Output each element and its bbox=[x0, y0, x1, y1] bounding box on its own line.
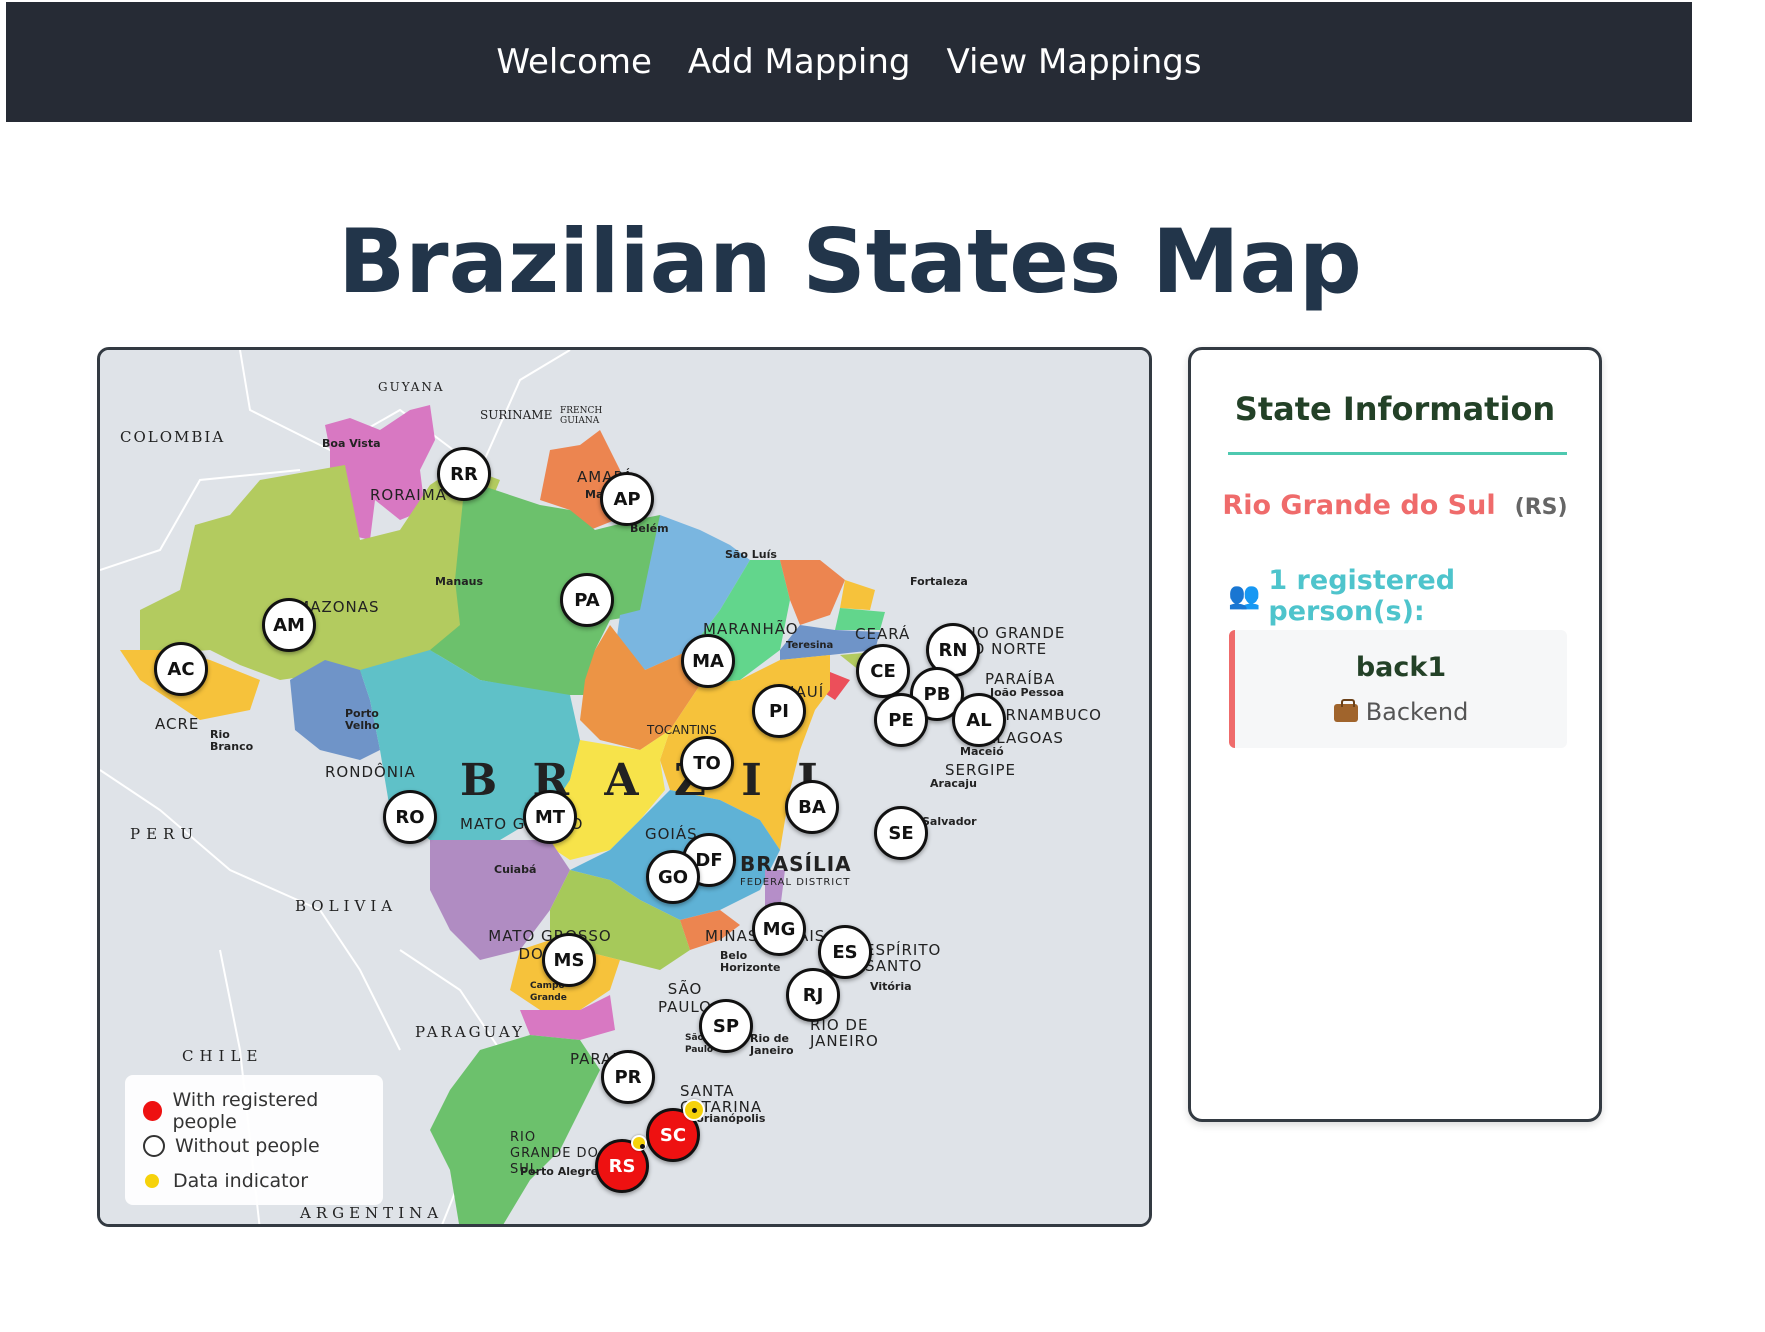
city-label-maceio: Maceió bbox=[960, 745, 1004, 758]
selected-state: Rio Grande do Sul (RS) bbox=[1191, 490, 1599, 521]
page-title: Brazilian States Map bbox=[338, 210, 1362, 313]
city-label-porto-velho: Porto Velho bbox=[345, 707, 380, 732]
briefcase-icon bbox=[1333, 699, 1358, 722]
city-label-cuiaba: Cuiabá bbox=[494, 863, 537, 876]
legend-data-indicator-label: Data indicator bbox=[173, 1169, 309, 1192]
state-marker-go[interactable]: GO bbox=[646, 850, 700, 904]
city-label-salvador: Salvador bbox=[922, 815, 977, 828]
country-label-chile: CHILE bbox=[182, 1047, 264, 1065]
region-label-rondonia: RONDÔNIA bbox=[325, 763, 416, 781]
data-indicator-rs bbox=[631, 1135, 647, 1151]
city-label-aracaju: Aracaju bbox=[930, 777, 977, 790]
city-label-manaus: Manaus bbox=[435, 575, 484, 588]
selected-state-name: Rio Grande do Sul bbox=[1222, 490, 1496, 521]
state-marker-rr[interactable]: RR bbox=[437, 447, 491, 501]
state-marker-rj[interactable]: RJ bbox=[786, 968, 840, 1022]
country-label-french-guiana: FRENCH GUIANA bbox=[560, 406, 603, 426]
city-label-vitoria: Vitória bbox=[870, 980, 912, 993]
state-marker-al[interactable]: AL bbox=[952, 693, 1006, 747]
nav-welcome[interactable]: Welcome bbox=[496, 42, 652, 82]
state-marker-pi[interactable]: PI bbox=[752, 684, 806, 738]
legend-row-with-people: With registered people bbox=[143, 1089, 383, 1133]
state-marker-pa[interactable]: PA bbox=[560, 573, 614, 627]
nav-view-mappings[interactable]: View Mappings bbox=[946, 42, 1201, 82]
legend-white-dot bbox=[143, 1134, 165, 1157]
legend-row-data-indicator: Data indicator bbox=[143, 1163, 383, 1198]
state-marker-am[interactable]: AM bbox=[262, 598, 316, 652]
state-marker-ce[interactable]: CE bbox=[856, 644, 910, 698]
legend-row-without-people: Without people bbox=[143, 1128, 383, 1163]
city-label-rio-branco: Rio Branco bbox=[210, 728, 254, 753]
state-info-panel: State Information Rio Grande do Sul (RS)… bbox=[1188, 347, 1602, 1122]
legend-red-dot bbox=[143, 1100, 163, 1121]
people-icon: 👥 bbox=[1228, 581, 1261, 611]
region-label-ceara: CEARÁ bbox=[855, 625, 911, 643]
city-label-boa-vista: Boa Vista bbox=[322, 437, 381, 450]
city-label-rio-de-janeiro: Rio de Janeiro bbox=[750, 1032, 794, 1057]
state-marker-ac[interactable]: AC bbox=[154, 642, 208, 696]
country-label-suriname: SURINAME bbox=[480, 408, 553, 422]
country-label-brazil: B R A Z I L bbox=[460, 755, 839, 806]
person-role: Backend bbox=[1365, 698, 1469, 726]
country-label-argentina: ARGENTINA bbox=[300, 1204, 444, 1222]
region-label-espirito-santo: ESPÍRITO SANTO bbox=[865, 941, 942, 975]
top-navbar: Welcome Add Mapping View Mappings bbox=[6, 2, 1692, 122]
state-info-title: State Information bbox=[1234, 390, 1556, 428]
state-marker-ms[interactable]: MS bbox=[542, 933, 596, 987]
state-marker-pr[interactable]: PR bbox=[601, 1050, 655, 1104]
state-marker-mg[interactable]: MG bbox=[752, 902, 806, 956]
person-card[interactable]: back1 Backend bbox=[1229, 630, 1567, 748]
state-marker-mt[interactable]: MT bbox=[523, 790, 577, 844]
registered-people-text: 1 registered person(s): bbox=[1268, 565, 1456, 627]
region-label-acre: ACRE bbox=[155, 715, 200, 733]
legend-without-people-label: Without people bbox=[175, 1134, 320, 1157]
nav-add-mapping[interactable]: Add Mapping bbox=[688, 42, 911, 82]
city-label-joao-pessoa: João Pessoa bbox=[990, 686, 1065, 699]
data-indicator-sc bbox=[683, 1099, 705, 1121]
state-marker-ro[interactable]: RO bbox=[383, 790, 437, 844]
state-marker-ba[interactable]: BA bbox=[785, 780, 839, 834]
state-marker-to[interactable]: TO bbox=[680, 736, 734, 790]
country-label-guyana: GUYANA bbox=[378, 380, 445, 394]
region-label-roraima: RORAIMA bbox=[370, 486, 447, 504]
state-marker-sp[interactable]: SP bbox=[699, 999, 753, 1053]
region-label-federal-district: FEDERAL DISTRICT bbox=[740, 877, 851, 888]
state-marker-pe[interactable]: PE bbox=[874, 693, 928, 747]
person-name: back1 bbox=[1355, 652, 1447, 683]
country-label-colombia: COLOMBIA bbox=[120, 428, 226, 446]
map-legend: With registered people Without people Da… bbox=[125, 1075, 383, 1205]
city-label-sao-luis: São Luís bbox=[725, 548, 777, 561]
title-divider bbox=[1228, 452, 1567, 455]
region-label-tocantins: TOCANTINS bbox=[647, 723, 717, 737]
person-role-row: Backend bbox=[1235, 698, 1567, 726]
state-marker-ap[interactable]: AP bbox=[600, 472, 654, 526]
city-label-porto-alegre: Porto Alegre bbox=[520, 1165, 599, 1178]
legend-with-people-label: With registered people bbox=[172, 1088, 319, 1133]
legend-yellow-dot bbox=[145, 1173, 159, 1188]
region-label-rio-de-janeiro: RIO DE JANEIRO bbox=[810, 1016, 879, 1050]
state-marker-ma[interactable]: MA bbox=[681, 634, 735, 688]
registered-people-count: 👥 1 registered person(s): bbox=[1228, 565, 1599, 627]
country-label-paraguay: PARAGUAY bbox=[415, 1023, 525, 1041]
state-marker-se[interactable]: SE bbox=[874, 806, 928, 860]
selected-state-code: (RS) bbox=[1514, 495, 1568, 520]
region-label-brasilia: BRASÍLIA bbox=[740, 852, 852, 876]
country-label-bolivia: BOLIVIA bbox=[295, 897, 398, 915]
brazil-map-card: GUYANA COLOMBIA SURINAME FRENCH GUIANA P… bbox=[97, 347, 1152, 1227]
city-label-fortaleza: Fortaleza bbox=[910, 575, 968, 588]
country-label-peru: PERU bbox=[130, 825, 199, 843]
city-label-teresina: Teresina bbox=[786, 640, 834, 651]
